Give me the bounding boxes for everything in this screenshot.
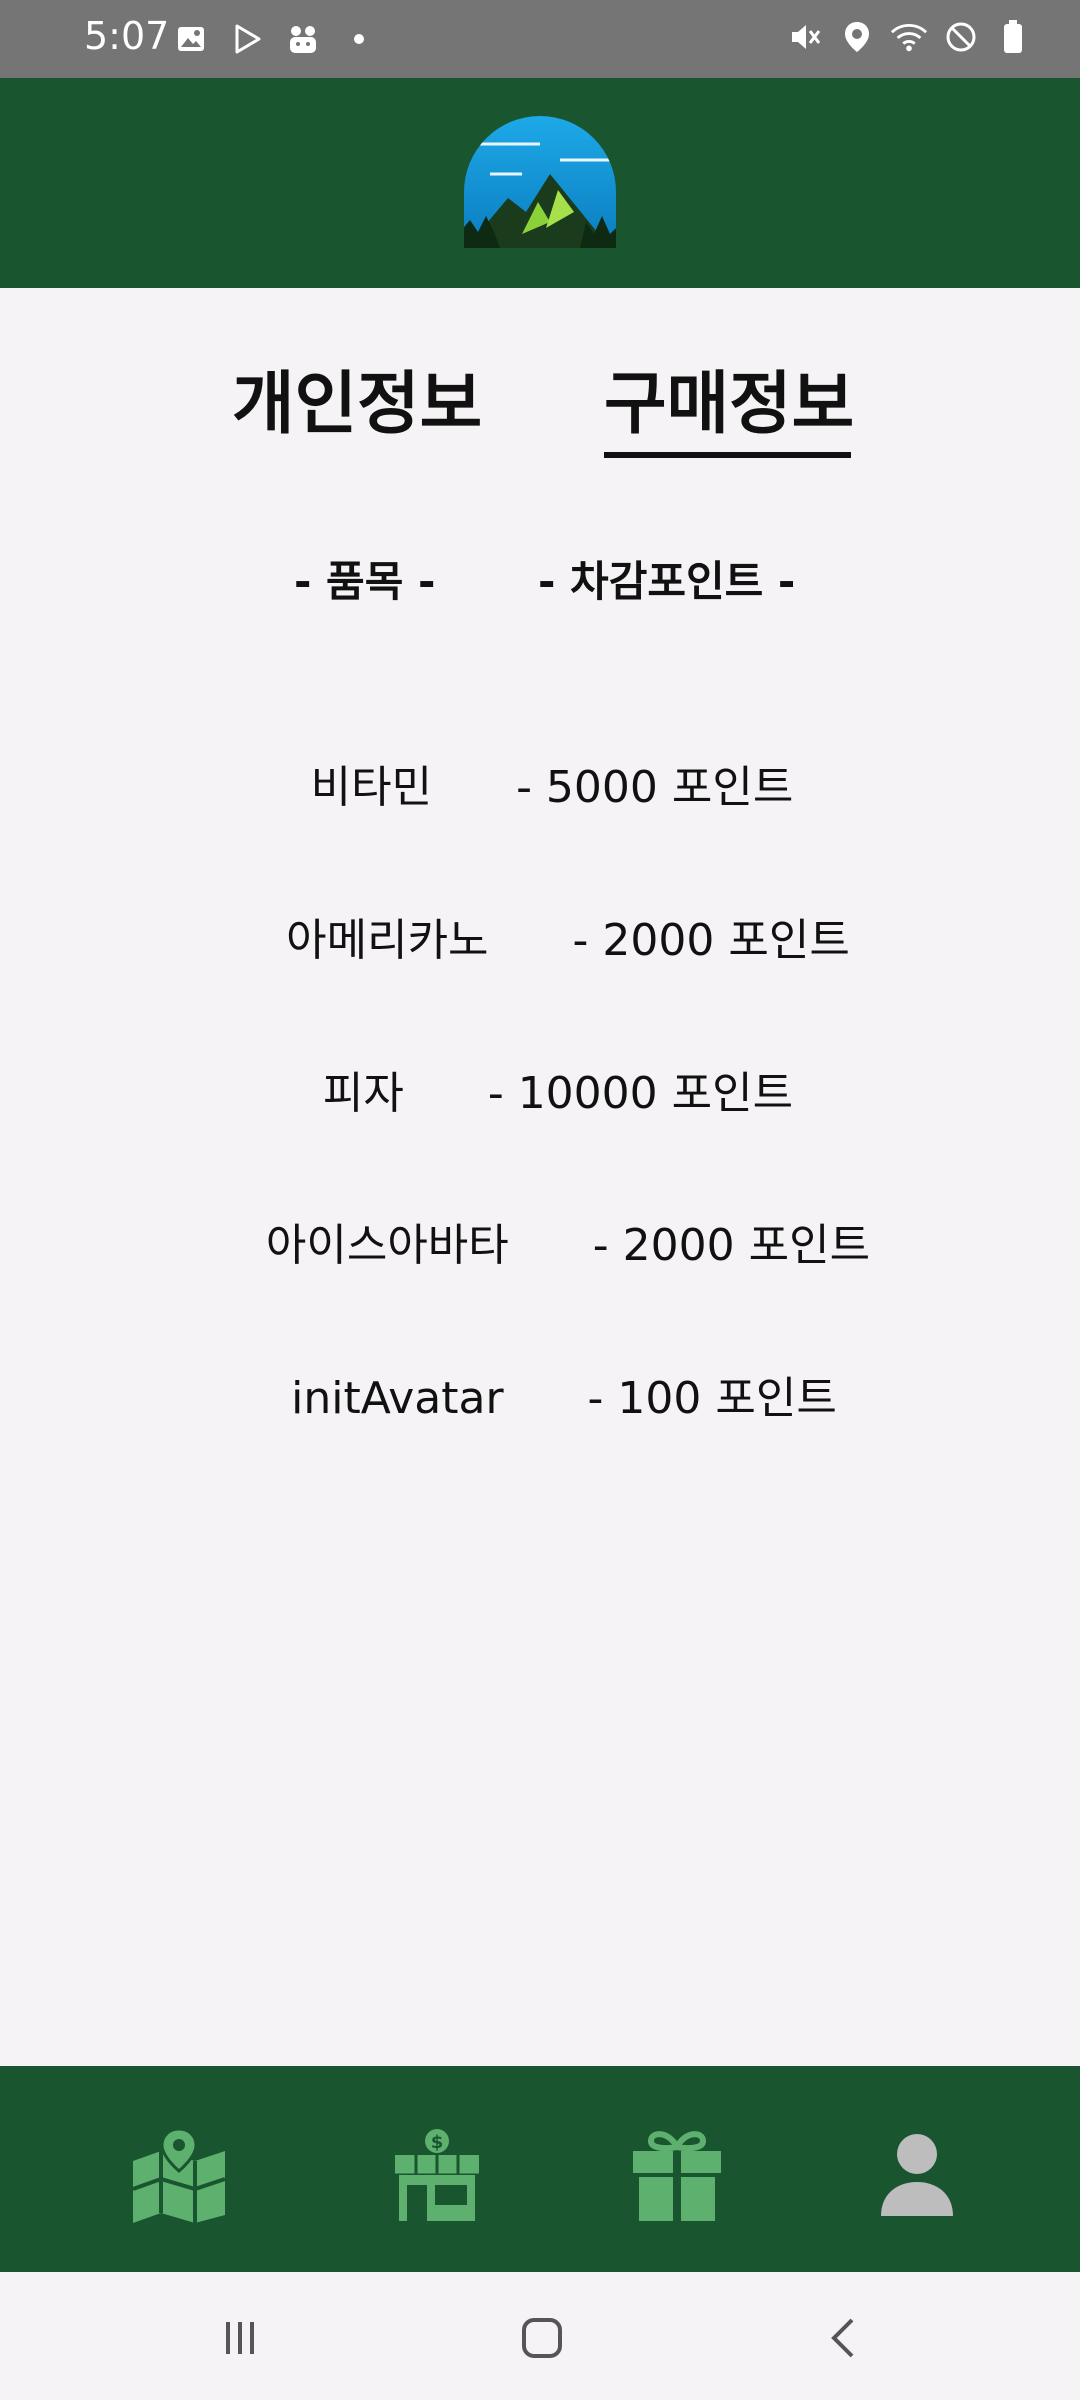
purchase-list-header: - 품목 - - 차감포인트 - [0, 548, 1080, 608]
tab-personal-info[interactable]: 개인정보 [232, 360, 482, 450]
recent-apps-icon[interactable] [200, 2308, 280, 2368]
selected-tab-indicator [604, 452, 851, 458]
item-points: - 5000 포인트 [516, 762, 794, 813]
system-navigation-bar [0, 2272, 1080, 2400]
profile-icon[interactable] [862, 2120, 972, 2230]
back-icon[interactable] [804, 2308, 884, 2368]
wifi-icon [890, 18, 928, 56]
tab-bar: 개인정보 구매정보 [0, 360, 1080, 460]
status-time: 5:07 [84, 14, 170, 58]
item-points: - 10000 포인트 [487, 1068, 794, 1119]
mountain-logo [460, 116, 620, 248]
column-header-item: - 품목 - [294, 557, 436, 606]
store-icon[interactable]: $ [382, 2120, 492, 2230]
status-right-icons [786, 18, 1032, 56]
bottom-navigation: $ [0, 2066, 1080, 2272]
column-header-points: - 차감포인트 - [538, 557, 796, 606]
app-notification-icon [284, 20, 322, 58]
status-bar: 5:07 [0, 0, 1080, 78]
item-name: initAvatar [291, 1373, 504, 1424]
gift-icon[interactable] [622, 2120, 732, 2230]
item-name: 아메리카노 [286, 915, 489, 966]
item-name: 피자 [322, 1068, 404, 1119]
list-item: 아이스아바타 - 2000 포인트 [0, 1158, 1080, 1271]
dot-icon [340, 20, 378, 58]
battery-icon [994, 18, 1032, 56]
map-icon[interactable] [124, 2120, 234, 2230]
app-header [0, 78, 1080, 288]
mute-icon [786, 18, 824, 56]
item-points: - 2000 포인트 [592, 1220, 871, 1271]
item-name: 아이스아바타 [265, 1220, 509, 1271]
home-icon[interactable] [502, 2308, 582, 2368]
item-points: - 100 포인트 [587, 1373, 837, 1424]
svg-text:$: $ [431, 2132, 444, 2153]
image-icon [172, 20, 210, 58]
list-item: 비타민 - 5000 포인트 [0, 700, 1080, 813]
do-not-disturb-icon [942, 18, 980, 56]
list-item: 피자 - 10000 포인트 [0, 1006, 1080, 1119]
item-name: 비타민 [310, 762, 433, 813]
list-item: initAvatar - 100 포인트 [0, 1311, 1080, 1424]
tab-purchase-info[interactable]: 구매정보 [604, 360, 854, 450]
item-points: - 2000 포인트 [572, 915, 850, 966]
play-store-icon [228, 20, 266, 58]
location-icon [838, 18, 876, 56]
list-item: 아메리카노 - 2000 포인트 [0, 853, 1080, 966]
status-left-icons [172, 20, 378, 58]
